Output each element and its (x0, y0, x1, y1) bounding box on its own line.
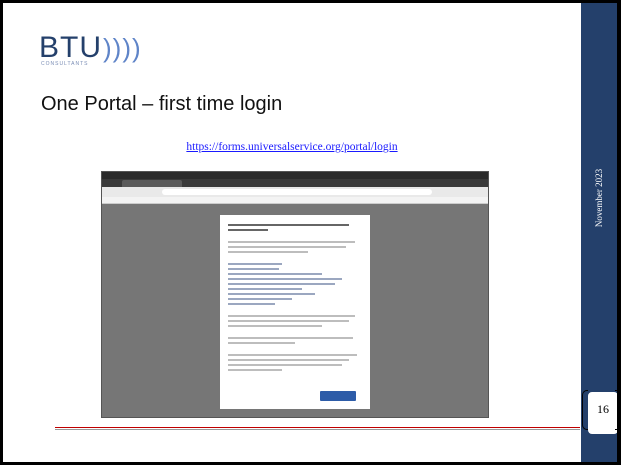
slide: BTU )))) CONSULTANTS One Portal – first … (3, 3, 617, 462)
first-login-dialog (220, 215, 370, 409)
footer-rule-gray (55, 429, 580, 430)
btu-logo: BTU )))) (39, 31, 142, 64)
logo-waves: )))) (103, 33, 142, 63)
logo-tagline: CONSULTANTS (41, 61, 89, 67)
browser-tabs (102, 179, 488, 187)
logo-text: BTU (39, 31, 102, 64)
browser-menubar (102, 172, 488, 179)
bookmarks-bar (102, 197, 488, 204)
browser-address-row (102, 187, 488, 197)
address-bar (162, 189, 432, 195)
slide-title: One Portal – first time login (41, 93, 283, 115)
page-number: 16 (597, 402, 609, 416)
portal-screenshot (101, 171, 489, 418)
footer-rule-red (55, 427, 580, 428)
slide-date: November 2023 (594, 168, 604, 228)
browser-tab (122, 180, 182, 187)
portal-login-link[interactable]: https://forms.universalservice.org/porta… (3, 141, 581, 153)
continue-button[interactable] (320, 391, 356, 401)
